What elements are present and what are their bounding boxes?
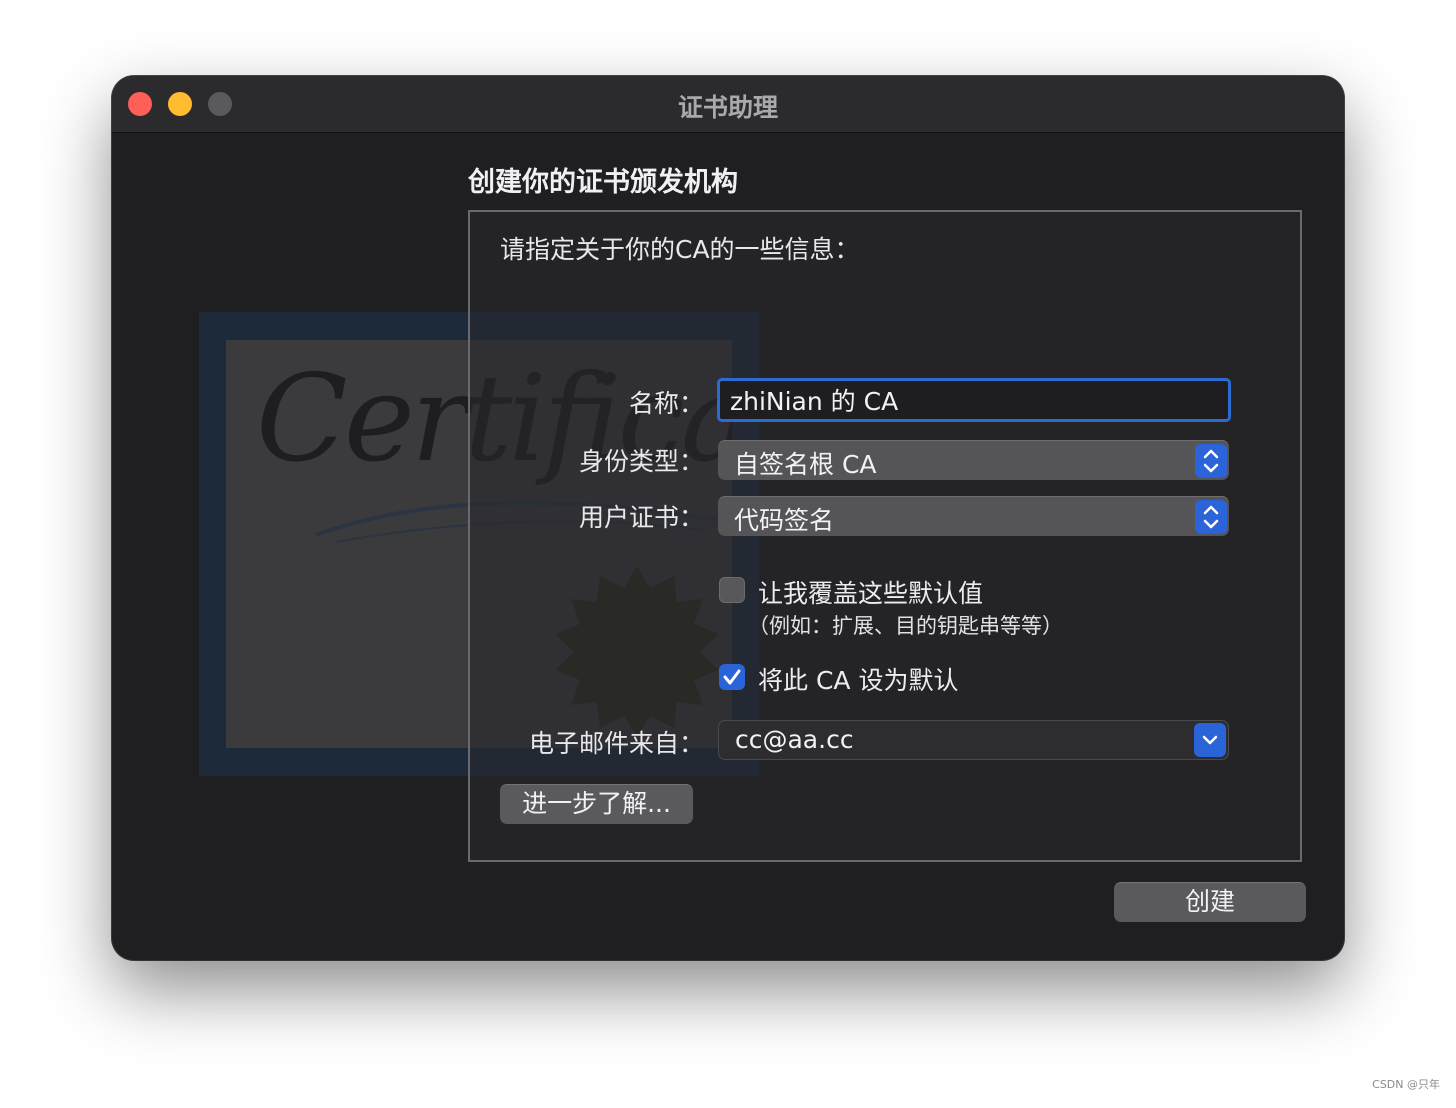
options-panel [468, 210, 1302, 862]
email-from-combobox[interactable]: cc@aa.cc [718, 720, 1229, 760]
name-label: 名称： [628, 389, 704, 418]
email-from-label: 电子邮件来自： [528, 729, 704, 758]
override-defaults-hint: （例如：扩展、目的钥匙串等等） [748, 614, 1063, 638]
learn-more-button[interactable]: 进一步了解... [500, 784, 693, 824]
intro-text: 请指定关于你的CA的一些信息： [500, 235, 860, 264]
watermark: CSDN @只年 [1372, 1078, 1440, 1091]
user-certificate-label: 用户证书： [578, 503, 704, 532]
email-from-value: cc@aa.cc [735, 725, 854, 754]
user-certificate-popup[interactable]: 代码签名 [718, 496, 1229, 536]
page-heading: 创建你的证书颁发机构 [468, 167, 738, 198]
override-defaults-label: 让我覆盖这些默认值 [758, 579, 984, 608]
make-default-label: 将此 CA 设为默认 [758, 666, 959, 695]
up-down-chevron-icon [1195, 500, 1227, 534]
checkmark-icon [723, 669, 741, 685]
titlebar: 证书助理 [112, 76, 1344, 133]
window-title: 证书助理 [677, 93, 778, 122]
name-input[interactable] [717, 378, 1231, 422]
identity-type-popup[interactable]: 自签名根 CA [718, 440, 1229, 480]
identity-type-label: 身份类型： [578, 447, 704, 476]
create-button[interactable]: 创建 [1114, 882, 1306, 922]
identity-type-value: 自签名根 CA [734, 450, 877, 479]
certificate-assistant-window: 证书助理 Certificate 创建你的证书颁发机构 请指定关于你的CA的一些… [112, 76, 1344, 960]
override-defaults-checkbox[interactable] [719, 577, 745, 603]
make-default-checkbox[interactable] [719, 664, 745, 690]
user-certificate-value: 代码签名 [734, 506, 835, 535]
chevron-down-icon[interactable] [1194, 723, 1226, 757]
up-down-chevron-icon [1195, 444, 1227, 478]
